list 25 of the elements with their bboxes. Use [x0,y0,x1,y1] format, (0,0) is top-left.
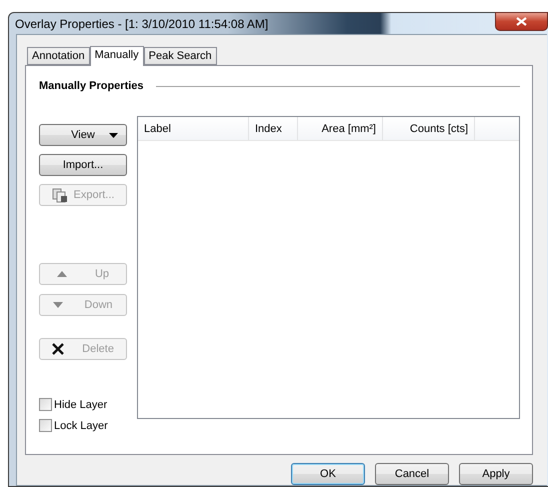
export-icon [52,188,68,202]
side-button[interactable]: Import... [39,154,127,176]
column-header[interactable]: Label [138,117,249,140]
column-header[interactable]: Index [249,117,298,140]
up-arrow-icon [56,271,67,277]
checkbox[interactable] [39,419,52,432]
group-title: Manually Properties [39,80,144,92]
close-icon [516,17,527,26]
checkbox-label: Lock Layer [54,420,108,432]
checkbox[interactable] [39,398,52,411]
column-header[interactable]: Counts [cts] [383,117,475,140]
checkbox-label: Hide Layer [54,398,108,410]
caret-icon [109,132,118,138]
close-button[interactable] [495,12,548,31]
delete-icon [52,343,64,355]
window-title: Overlay Properties - [1: 3/10/2010 11:54:08 AM] [15,16,268,30]
tab[interactable]: Manually [90,46,144,66]
tab[interactable]: Annotation [27,47,90,65]
down-arrow-icon [53,302,64,308]
dropdown-button[interactable]: View [39,124,127,146]
column-header[interactable]: Area [mm²] [298,117,383,140]
dialog-button[interactable]: OK [291,463,365,485]
tab[interactable]: Peak Search [144,47,217,65]
dialog-button[interactable]: Apply [459,463,533,485]
dialog-button[interactable]: Cancel [375,463,449,485]
